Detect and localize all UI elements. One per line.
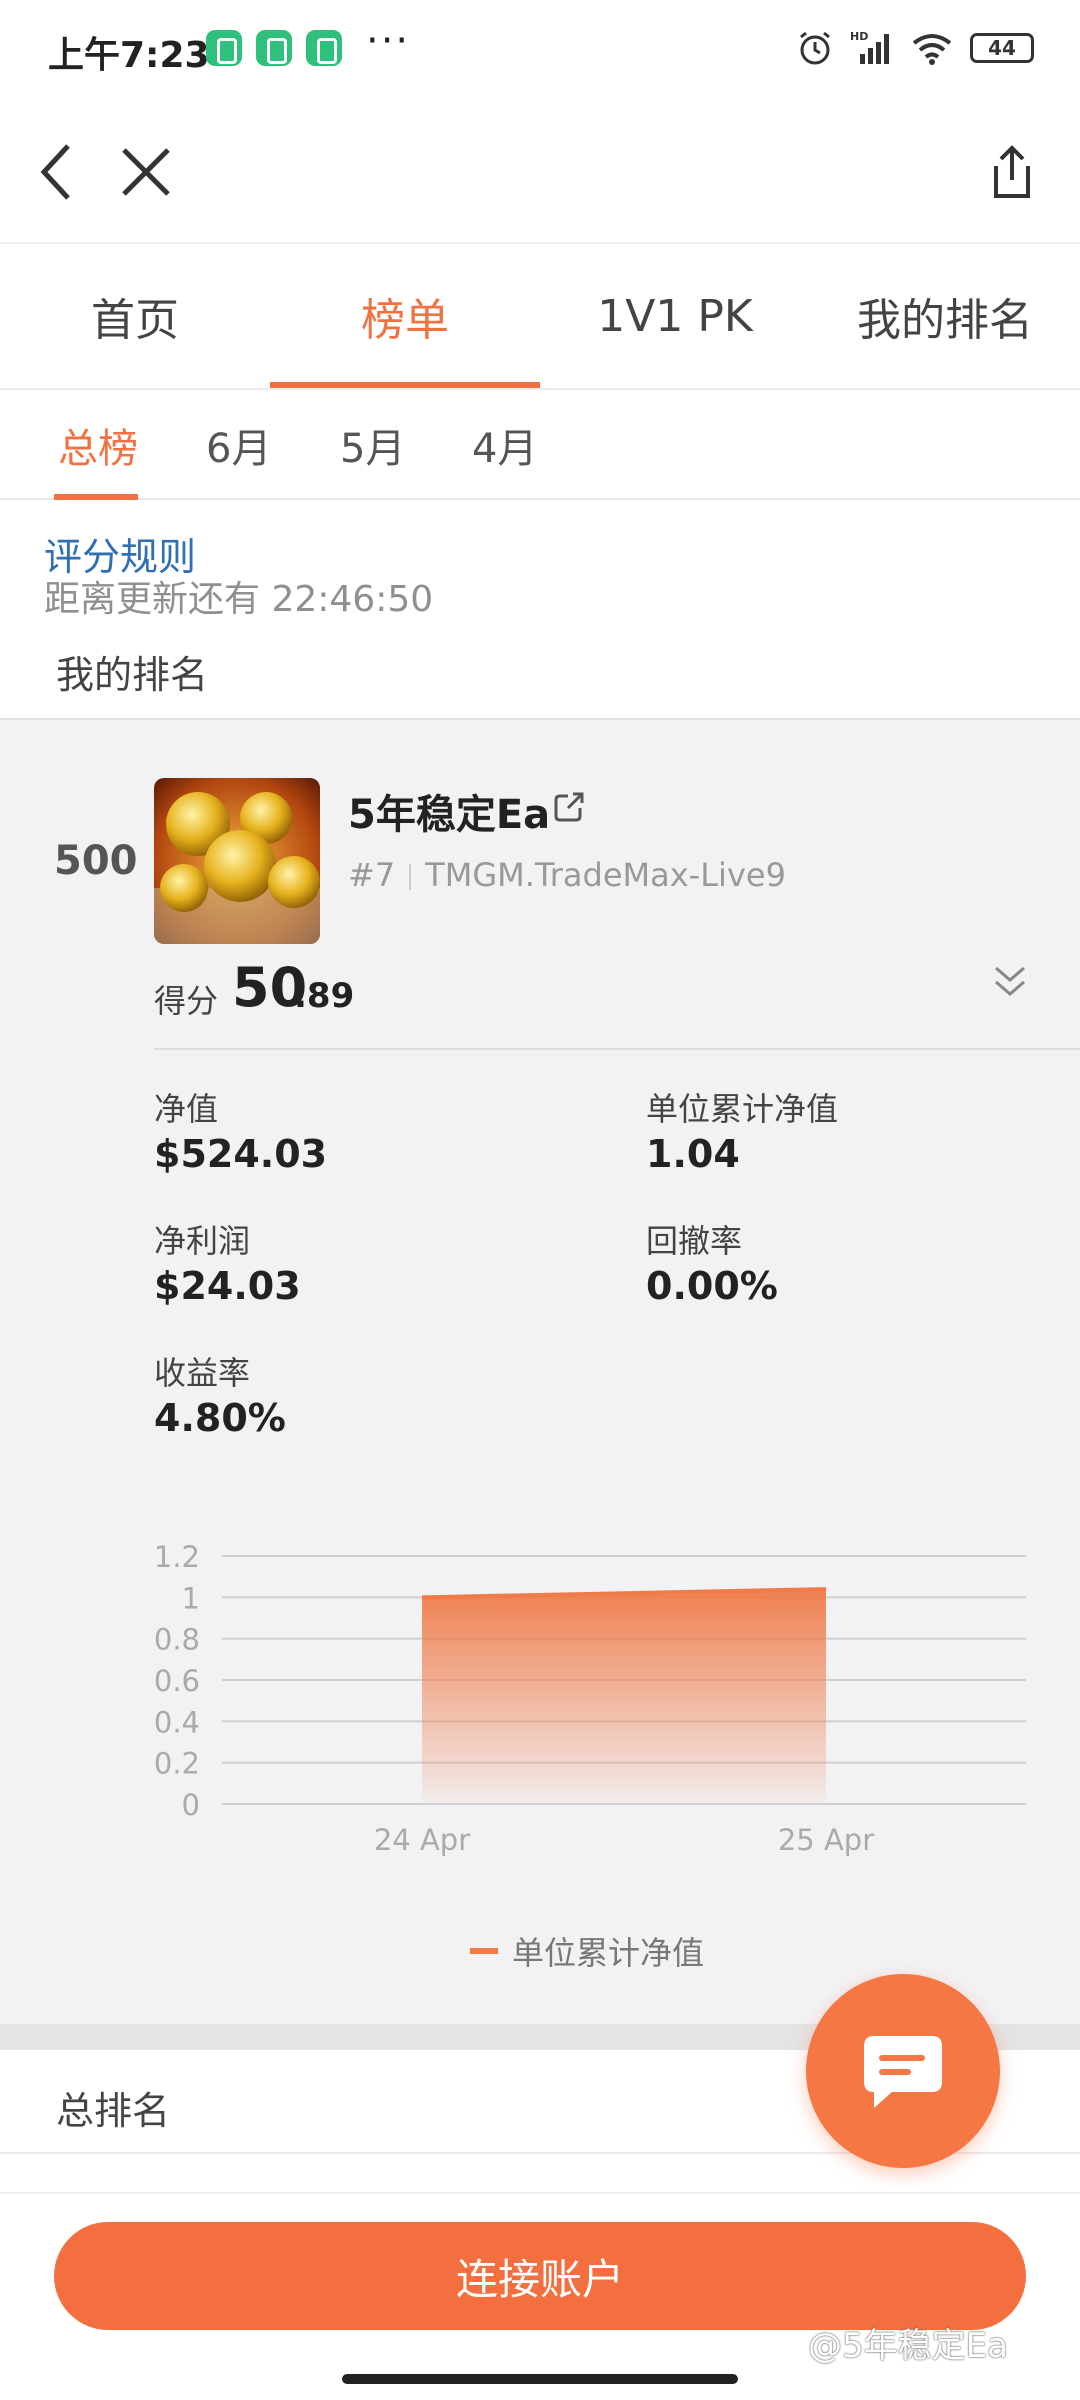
my-ranking-heading: 我的排名	[56, 653, 209, 697]
status-bar: 上午7:23 ··· HD 44	[0, 0, 1080, 96]
main-tabs: 首页 榜单 1V1 PK 我的排名	[0, 244, 1080, 390]
close-icon	[122, 148, 170, 196]
top-navigation	[0, 96, 1080, 244]
x-tick-label: 24 Apr	[374, 1823, 470, 1857]
legend-label: 单位累计净值	[512, 1934, 705, 1972]
chart-area	[422, 1589, 826, 1804]
tab-leaderboard[interactable]: 榜单	[270, 244, 540, 388]
subtab-overall[interactable]: 总榜	[58, 416, 138, 474]
close-button[interactable]	[106, 132, 186, 212]
x-tick-label: 25 Apr	[778, 1823, 874, 1857]
total-ranking-label: 总排名	[56, 2089, 171, 2133]
status-time: 上午7:23	[48, 35, 210, 76]
app-notification-icon	[256, 30, 292, 66]
ranking-card[interactable]: 500 5年稳定Ea #7 TMGM.TradeMax-Live9 得分 50 …	[0, 718, 1080, 2024]
y-tick-label: 0.4	[154, 1705, 200, 1739]
update-countdown: 距离更新还有 22:46:50	[44, 579, 434, 620]
alarm-icon	[800, 31, 830, 65]
active-subtab-indicator	[54, 494, 138, 500]
y-tick-label: 1.2	[154, 1540, 200, 1574]
app-notification-icon	[206, 30, 242, 66]
subtab-april[interactable]: 4月	[472, 416, 537, 474]
more-notifications-icon: ···	[366, 18, 411, 64]
network-type-label: HD	[850, 30, 868, 43]
app-notification-icon	[306, 30, 342, 66]
unit-nav-chart: 1.2 1 0.8 0.6 0.4 0.2 0 24 Apr 25 Apr	[154, 1540, 1026, 1857]
share-icon	[994, 145, 1030, 198]
home-indicator[interactable]	[342, 2374, 738, 2384]
active-tab-indicator	[270, 382, 540, 388]
tab-home[interactable]: 首页	[0, 244, 270, 388]
chart-legend: 单位累计净值	[470, 1928, 704, 1974]
chat-button[interactable]	[806, 1974, 1000, 2168]
y-tick-label: 1	[182, 1581, 200, 1615]
chat-bubble-icon	[864, 2036, 942, 2108]
legend-swatch	[470, 1948, 498, 1954]
signal-icon: HD	[850, 30, 889, 64]
subtab-june[interactable]: 6月	[206, 416, 271, 474]
connect-account-button[interactable]: 连接账户	[54, 2222, 1026, 2330]
y-tick-label: 0.8	[154, 1623, 200, 1657]
watermark: @5年稳定Ea	[808, 2326, 1008, 2366]
share-button[interactable]	[972, 132, 1052, 212]
chevron-left-icon	[40, 144, 70, 200]
subtab-may[interactable]: 5月	[340, 416, 405, 474]
back-button[interactable]	[16, 132, 96, 212]
battery-icon: 44	[970, 33, 1034, 63]
y-tick-label: 0.2	[154, 1747, 200, 1781]
y-tick-label: 0	[182, 1788, 200, 1822]
y-tick-label: 0.6	[154, 1664, 200, 1698]
tab-my-ranking[interactable]: 我的排名	[810, 244, 1080, 388]
wifi-icon	[912, 34, 952, 65]
tab-1v1-pk[interactable]: 1V1 PK	[540, 244, 810, 388]
period-tabs: 总榜 6月 5月 4月	[0, 390, 1080, 500]
